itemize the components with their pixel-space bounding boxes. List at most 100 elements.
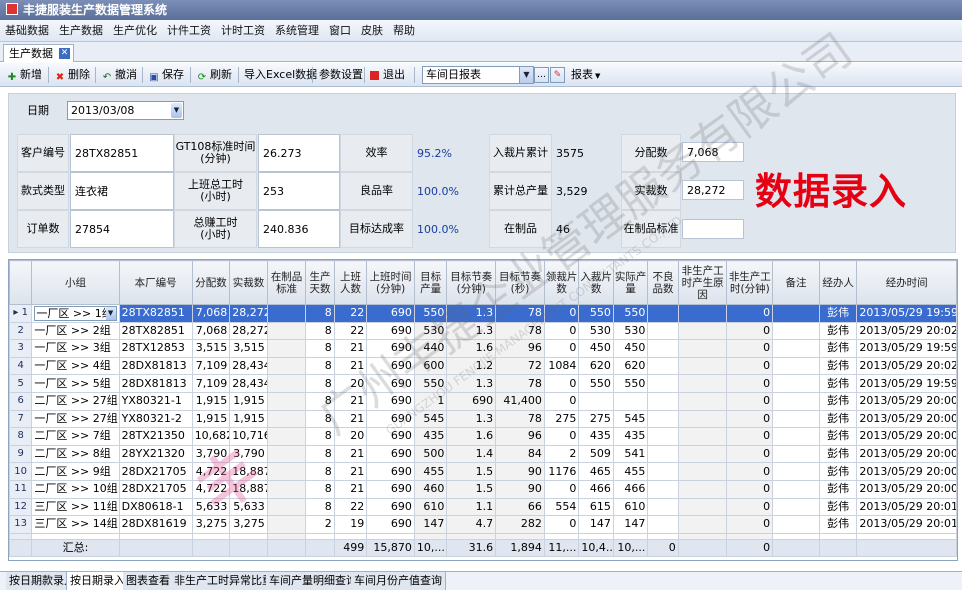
table-cell[interactable]: 690 (366, 462, 415, 481)
table-cell[interactable]: 690 (366, 479, 415, 499)
table-cell[interactable] (677, 497, 728, 517)
table-cell[interactable]: 435 (413, 427, 448, 446)
table-cell[interactable]: 2013/05/29 20:01 (856, 497, 957, 517)
table-cell[interactable]: 690 (366, 515, 415, 534)
table-cell[interactable]: 690 (366, 409, 415, 429)
table-row[interactable]: ▸ 1 一厂区 >> 1组 ▼ 28TX82851 7,068 28,272 8 22 690 5… (9, 304, 957, 323)
table-cell[interactable]: 3,275 (229, 515, 268, 534)
table-cell[interactable]: 21 (333, 391, 368, 411)
table-cell[interactable] (266, 427, 307, 446)
table-cell[interactable]: 彭伟 (818, 409, 858, 429)
table-cell[interactable]: 509 (578, 444, 614, 464)
table-cell[interactable] (266, 356, 307, 376)
table-cell[interactable]: 450 (612, 339, 649, 358)
table-cell[interactable]: 1.4 (446, 444, 497, 464)
table-cell[interactable]: 8 (305, 321, 335, 341)
table-cell[interactable]: 554 (543, 497, 580, 517)
table-cell[interactable] (647, 479, 679, 499)
table-cell[interactable]: 8 (305, 409, 335, 429)
table-cell[interactable]: 147 (413, 515, 448, 534)
table-cell[interactable]: 147 (612, 515, 649, 534)
close-icon[interactable]: ✕ (59, 48, 70, 59)
grid-column-header[interactable]: 不良品数 (647, 260, 679, 305)
table-cell[interactable]: 0 (726, 374, 774, 393)
table-cell[interactable] (772, 409, 820, 429)
table-cell[interactable] (647, 444, 679, 464)
table-cell[interactable]: 彭伟 (818, 444, 858, 464)
table-cell[interactable]: 彭伟 (818, 427, 858, 446)
table-cell[interactable] (677, 515, 728, 534)
table-cell[interactable] (647, 304, 679, 323)
table-cell[interactable]: 28,434 (229, 356, 268, 376)
table-cell[interactable]: 275 (543, 409, 580, 429)
table-cell[interactable]: 8 (305, 391, 335, 411)
tab-monthly-value[interactable]: 车间月份产值查询 (351, 572, 446, 590)
table-cell[interactable]: 21 (333, 339, 368, 358)
table-cell[interactable]: 二厂区 >> 27组 (31, 391, 120, 411)
table-cell[interactable]: 22 (333, 304, 368, 323)
table-cell[interactable]: 1,915 (229, 391, 268, 411)
table-cell[interactable]: 0 (726, 339, 774, 358)
table-cell[interactable]: 0 (726, 409, 774, 429)
table-cell[interactable]: 彭伟 (818, 321, 858, 341)
table-cell[interactable]: 545 (612, 409, 649, 429)
tab-by-date[interactable]: 按日期录入 (66, 572, 129, 590)
table-row[interactable]: 10 二厂区 >> 9组 28DX21705 4,722 18,887 8 21 690 455… (9, 462, 957, 481)
table-cell[interactable]: 1,915 (191, 409, 231, 429)
table-cell[interactable]: 690 (366, 427, 415, 446)
table-cell[interactable]: 4.7 (446, 515, 497, 534)
table-cell[interactable]: 500 (413, 444, 448, 464)
table-cell[interactable] (677, 444, 728, 464)
table-cell[interactable]: 2013/05/29 20:00 (856, 427, 957, 446)
table-cell[interactable]: 690 (366, 356, 415, 376)
table-cell[interactable]: 彭伟 (818, 391, 858, 411)
grid-column-header[interactable]: 本厂编号 (118, 260, 193, 305)
table-cell[interactable] (772, 304, 820, 323)
table-cell[interactable]: 550 (413, 304, 448, 323)
table-cell[interactable]: 一厂区 >> 1组 ▼ (31, 304, 120, 323)
std-time-field[interactable]: 26.273 (258, 134, 340, 172)
table-cell[interactable]: 28DX81813 (118, 374, 193, 393)
table-cell[interactable]: 彭伟 (818, 356, 858, 376)
table-cell[interactable]: 147 (578, 515, 614, 534)
table-cell[interactable]: 78 (495, 374, 545, 393)
table-cell[interactable]: 8 (305, 304, 335, 323)
table-cell[interactable] (677, 409, 728, 429)
table-cell[interactable] (266, 462, 307, 481)
table-cell[interactable]: 0 (726, 497, 774, 517)
table-cell[interactable]: 0 (543, 374, 580, 393)
table-cell[interactable]: 455 (413, 462, 448, 481)
grid-column-header[interactable]: 生产天数 (305, 260, 335, 305)
table-cell[interactable]: 620 (578, 356, 614, 376)
table-cell[interactable]: 0 (726, 515, 774, 534)
table-cell[interactable] (677, 427, 728, 446)
grid-column-header[interactable]: 非生产工时产生原因 (677, 260, 728, 305)
table-cell[interactable]: 2013/05/29 20:00 (856, 391, 957, 411)
table-cell[interactable]: 22 (333, 497, 368, 517)
table-cell[interactable]: 78 (495, 304, 545, 323)
table-cell[interactable]: 28YX21320 (118, 444, 193, 464)
table-cell[interactable]: 8 (305, 427, 335, 446)
table-cell[interactable]: 18,887 (229, 462, 268, 481)
menu-production-data[interactable]: 生产数据 (54, 20, 108, 42)
table-cell[interactable]: 550 (612, 304, 649, 323)
table-cell[interactable]: 690 (366, 497, 415, 517)
table-cell[interactable]: 28,272 (229, 304, 268, 323)
table-cell[interactable]: 620 (612, 356, 649, 376)
grid-column-header[interactable]: 上班时间(分钟) (366, 260, 415, 305)
table-row[interactable]: 2 一厂区 >> 2组 28TX82851 7,068 28,272 8 22 690 530 1… (9, 321, 957, 341)
table-cell[interactable]: 550 (612, 374, 649, 393)
table-cell[interactable]: 2013/05/29 20:00 (856, 462, 957, 481)
table-cell[interactable]: 三厂区 >> 14组 (31, 515, 120, 534)
table-cell[interactable]: 600 (413, 356, 448, 376)
table-cell[interactable]: 90 (495, 479, 545, 499)
table-cell[interactable] (772, 497, 820, 517)
table-cell[interactable]: 0 (726, 356, 774, 376)
tab-chart-view[interactable]: 图表查看 (123, 572, 174, 590)
table-cell[interactable]: 21 (333, 462, 368, 481)
grid-column-header[interactable]: 分配数 (191, 260, 231, 305)
table-cell[interactable]: 0 (726, 462, 774, 481)
grid-column-header[interactable]: 备注 (772, 260, 820, 305)
table-row[interactable]: 3 一厂区 >> 3组 28TX12853 3,515 3,515 8 21 690 440 1.… (9, 339, 957, 358)
table-cell[interactable] (772, 356, 820, 376)
